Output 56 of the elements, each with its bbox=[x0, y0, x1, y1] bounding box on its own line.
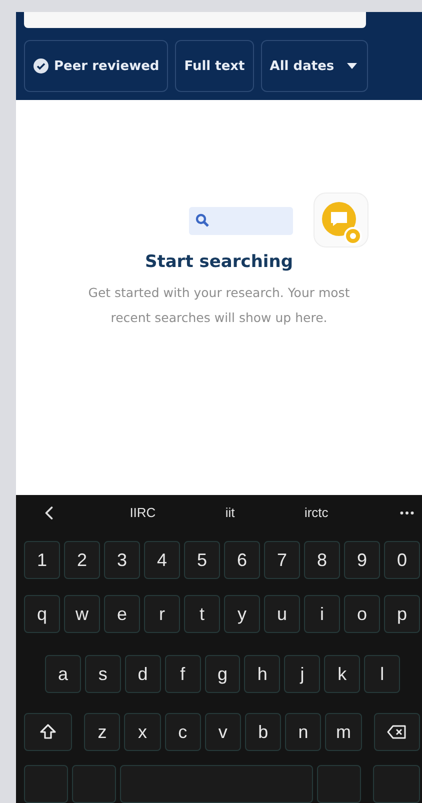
keyboard-key[interactable]: h bbox=[244, 655, 280, 693]
keyboard-key[interactable]: w bbox=[64, 595, 100, 633]
keyboard-key[interactable]: y bbox=[224, 595, 260, 633]
empty-state-title: Start searching bbox=[144, 252, 294, 272]
word-suggestion[interactable]: iit bbox=[225, 505, 235, 520]
keyboard-key[interactable]: a bbox=[45, 655, 81, 693]
keyboard-key[interactable]: e bbox=[104, 595, 140, 633]
word-suggestion[interactable]: irctc bbox=[304, 505, 328, 520]
backspace-key[interactable] bbox=[374, 713, 420, 751]
filter-chip[interactable]: All dates bbox=[260, 40, 368, 92]
keyboard-key[interactable]: z bbox=[84, 713, 120, 751]
keyboard-key[interactable]: u bbox=[264, 595, 300, 633]
keyboard-key[interactable]: r bbox=[144, 595, 180, 633]
keyboard-key[interactable]: 8 bbox=[304, 541, 340, 579]
keyboard-key[interactable]: c bbox=[164, 713, 201, 751]
keyboard-key[interactable]: s bbox=[84, 655, 121, 693]
shift-key[interactable] bbox=[24, 713, 72, 751]
keyboard-key[interactable]: t bbox=[184, 595, 220, 633]
keyboard-key[interactable] bbox=[72, 765, 116, 803]
keyboard-key[interactable]: 0 bbox=[384, 541, 420, 579]
keyboard-key[interactable]: j bbox=[284, 655, 320, 693]
keyboard-key[interactable]: x bbox=[124, 713, 161, 751]
filter-chip[interactable]: Full text bbox=[175, 40, 254, 92]
chat-app-icon bbox=[313, 192, 369, 250]
keyboard-key[interactable]: v bbox=[204, 713, 241, 751]
enter-key[interactable] bbox=[372, 765, 420, 803]
search-field[interactable] bbox=[24, 12, 366, 28]
keyboard-key[interactable]: p bbox=[384, 595, 420, 633]
keyboard-key[interactable]: g bbox=[204, 655, 240, 693]
keyboard-key[interactable]: 9 bbox=[344, 541, 380, 579]
keyboard-key[interactable]: o bbox=[344, 595, 380, 633]
keyboard-key[interactable]: 4 bbox=[144, 541, 180, 579]
keyboard-key[interactable]: d bbox=[124, 655, 161, 693]
keyboard-key[interactable]: l bbox=[364, 655, 400, 693]
keyboard-key[interactable]: 6 bbox=[224, 541, 260, 579]
backspace-icon bbox=[386, 725, 407, 739]
keyboard-key[interactable]: q bbox=[24, 595, 60, 633]
shift-arrow-icon bbox=[39, 723, 58, 741]
keyboard-key[interactable]: 3 bbox=[104, 541, 140, 579]
keyboard-key[interactable]: 5 bbox=[184, 541, 220, 579]
keyboard-key[interactable]: k bbox=[324, 655, 360, 693]
word-suggestion[interactable]: IIRC bbox=[130, 505, 156, 520]
empty-state-message: Get started with your research. Your most recent searches will show up here. bbox=[87, 284, 351, 327]
keyboard-key[interactable]: n bbox=[285, 713, 322, 751]
keyboard-key[interactable]: b bbox=[244, 713, 282, 751]
filter-chip[interactable]: Peer reviewed bbox=[24, 40, 168, 92]
space-key[interactable] bbox=[120, 765, 313, 803]
keyboard-key[interactable] bbox=[24, 765, 68, 803]
keyboard-key[interactable]: 2 bbox=[64, 541, 100, 579]
keyboard-key[interactable]: m bbox=[325, 713, 362, 751]
keyboard-key[interactable] bbox=[316, 765, 361, 803]
keyboard-key[interactable]: 7 bbox=[264, 541, 300, 579]
verified-badge-icon bbox=[33, 58, 49, 74]
keyboard-key[interactable]: f bbox=[164, 655, 201, 693]
keyboard-key[interactable]: 1 bbox=[24, 541, 60, 579]
keyboard-key[interactable]: i bbox=[304, 595, 340, 633]
